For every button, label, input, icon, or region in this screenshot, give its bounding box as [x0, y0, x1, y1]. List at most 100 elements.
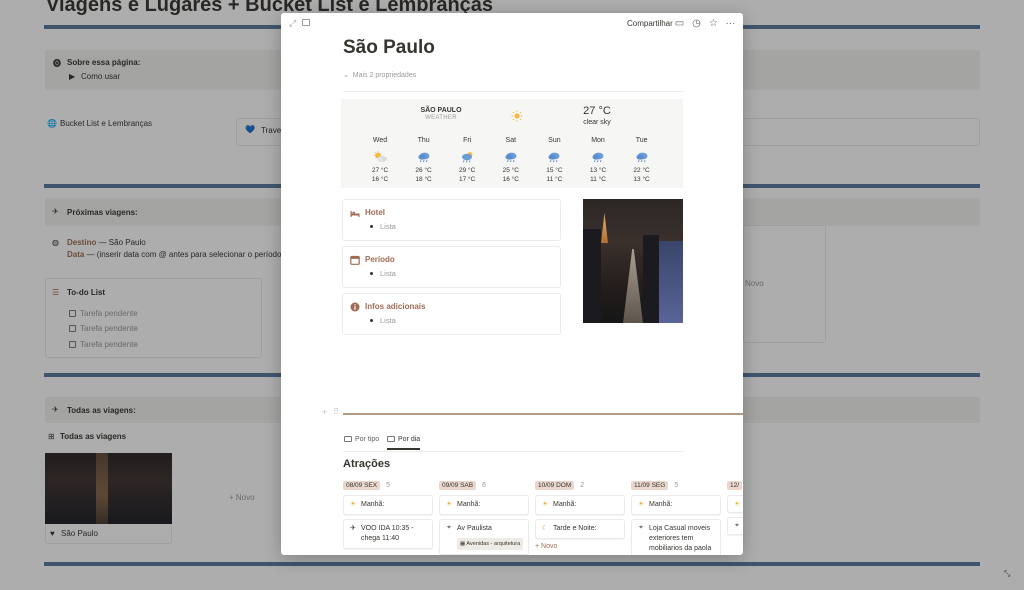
- tab-por-dia[interactable]: Por dia: [387, 436, 421, 450]
- city-photo[interactable]: [583, 199, 683, 323]
- sun-icon: ☀: [445, 501, 453, 508]
- info-icon: [350, 302, 360, 312]
- forecast-day: Wed 27 °C 16 °C: [360, 137, 400, 184]
- forecast-low: 11 °C: [590, 176, 606, 183]
- pin-icon: ⌖: [639, 524, 643, 531]
- forecast-day: Thu 26 °C 18 °C: [404, 137, 444, 184]
- forecast-low: 17 °C: [459, 176, 476, 183]
- board-card[interactable]: ⌖: [727, 517, 743, 535]
- board-card[interactable]: ☀ Manhã:: [631, 495, 721, 515]
- calendar-icon: [350, 255, 360, 265]
- column-date-tag: 08/09 SEX: [343, 480, 381, 490]
- column-date-tag: 12/: [727, 480, 743, 490]
- forecast-day-name: Tue: [635, 137, 648, 144]
- drag-handle-icon[interactable]: ⠿: [333, 407, 339, 416]
- modal-topbar: ⤢ Compartilhar ▭ ◷ ☆ ···: [281, 13, 743, 35]
- section-title: Atrações: [343, 458, 391, 470]
- card-title: Manhã:: [649, 501, 673, 508]
- card-title: Tarde e Noite:: [553, 525, 597, 532]
- board-card[interactable]: ✈ VOO IDA 10:35 - chega 11:40: [343, 519, 433, 549]
- tab-por-tipo[interactable]: Por tipo: [344, 436, 379, 448]
- board-card[interactable]: ⌖ Loja Casual moveis exteriores tem mobil…: [631, 519, 721, 555]
- rain-icon: [622, 148, 662, 166]
- star-icon[interactable]: ☆: [708, 18, 719, 29]
- page-title[interactable]: São Paulo: [343, 37, 435, 59]
- share-button[interactable]: Compartilhar: [627, 19, 673, 28]
- column-header[interactable]: 10/09 DOM 2: [535, 479, 625, 491]
- infos-callout: Infos adicionais Lista: [342, 293, 561, 335]
- column-date-tag: 11/09 SEG: [631, 480, 669, 490]
- moon-icon: ☾: [541, 525, 549, 532]
- peek-mode-icon[interactable]: [302, 19, 310, 26]
- sun-icon: ☀: [637, 501, 645, 508]
- board-card[interactable]: ☾ Tarde e Noite:: [535, 519, 625, 539]
- callout-title: Hotel: [365, 208, 385, 217]
- weather-label: WEATHER: [425, 115, 457, 121]
- forecast-day-name: Sun: [548, 137, 561, 144]
- weather-widget: SÃO PAULO WEATHER 27 °C clear sky Wed 27 …: [341, 99, 683, 188]
- sun-icon: ☀: [733, 501, 741, 508]
- board-card[interactable]: ⌖ Av Paulista ▦ Avenidas - arquitetura: [439, 519, 529, 555]
- divider: [343, 451, 683, 452]
- card-tag: ▦ Avenidas - arquitetura: [457, 538, 524, 550]
- forecast-low: 13 °C: [633, 176, 650, 183]
- list-item[interactable]: Lista: [370, 316, 396, 325]
- list-item[interactable]: Lista: [370, 222, 396, 231]
- board-card[interactable]: ☀: [727, 495, 743, 513]
- board-card[interactable]: ☀ Manhã:: [535, 495, 625, 515]
- bed-icon: [350, 211, 360, 217]
- column-header[interactable]: 09/09 SAB 6: [439, 479, 529, 491]
- column-header[interactable]: 08/09 SEX 5: [343, 479, 433, 491]
- forecast-day-name: Wed: [372, 137, 388, 144]
- help-icon[interactable]: ⤡: [1004, 569, 1014, 579]
- column-header[interactable]: 12/: [727, 479, 743, 491]
- new-card-button[interactable]: + Novo: [535, 543, 625, 550]
- sun-icon: [511, 110, 523, 122]
- column-count: 6: [482, 481, 486, 489]
- board-icon: [387, 436, 395, 442]
- board-column: 08/09 SEX 5 ☀ Manhã: ✈ VOO IDA 10:35 - chega …: [343, 479, 433, 555]
- add-block-icon[interactable]: +: [322, 407, 327, 417]
- comment-icon[interactable]: ▭: [674, 18, 685, 29]
- table-icon: [344, 436, 352, 442]
- list-item[interactable]: Lista: [370, 269, 396, 278]
- weather-description: clear sky: [583, 119, 611, 126]
- board-column: 11/09 SEG 5 ☀ Manhã: ⌖ Loja Casual moveis ext…: [631, 479, 721, 555]
- card-title: Av Paulista: [457, 525, 492, 532]
- history-icon[interactable]: ◷: [691, 18, 702, 29]
- rain-icon: [534, 148, 574, 166]
- forecast-high: 22 °C: [633, 167, 650, 174]
- board-card[interactable]: ☀ Manhã:: [439, 495, 529, 515]
- periodo-callout: Período Lista: [342, 246, 561, 288]
- current-temperature: 27 °C: [583, 105, 611, 117]
- forecast-day: Mon 13 °C 11 °C: [578, 137, 618, 184]
- sun-icon: ☀: [541, 501, 549, 508]
- callout-title: Infos adicionais: [365, 302, 426, 311]
- forecast-high: 27 °C: [371, 167, 389, 174]
- board-card[interactable]: ☀ Manhã:: [343, 495, 433, 515]
- divider: [343, 91, 683, 92]
- forecast-day: Fri 29 °C 17 °C: [447, 137, 487, 184]
- forecast-day-name: Thu: [417, 137, 430, 144]
- chevron-down-icon: ⌄: [343, 72, 349, 79]
- forecast-low: 16 °C: [371, 176, 389, 183]
- callout-title: Período: [365, 255, 395, 264]
- rain-icon: [491, 148, 531, 166]
- partly-cloudy-icon: [360, 148, 400, 166]
- weather-city: SÃO PAULO: [420, 107, 462, 114]
- rain-icon: [578, 148, 618, 166]
- column-header[interactable]: 11/09 SEG 5: [631, 479, 721, 491]
- forecast-high: 29 °C: [459, 167, 476, 174]
- forecast-high: 26 °C: [415, 167, 432, 174]
- card-title: Loja Casual moveis exteriores tem mobili…: [649, 525, 712, 552]
- card-title: Manhã:: [361, 501, 385, 508]
- sun-icon: ☀: [349, 501, 357, 508]
- card-title: Manhã:: [553, 501, 577, 508]
- column-count: 5: [386, 481, 390, 489]
- more-icon[interactable]: ···: [725, 18, 736, 29]
- pin-icon: ⌖: [447, 524, 451, 531]
- expand-icon[interactable]: ⤢: [289, 19, 298, 28]
- forecast-low: 18 °C: [415, 176, 432, 183]
- more-properties-toggle[interactable]: ⌄ Mais 2 propriedades: [343, 71, 416, 79]
- column-date-tag: 09/09 SAB: [439, 480, 477, 490]
